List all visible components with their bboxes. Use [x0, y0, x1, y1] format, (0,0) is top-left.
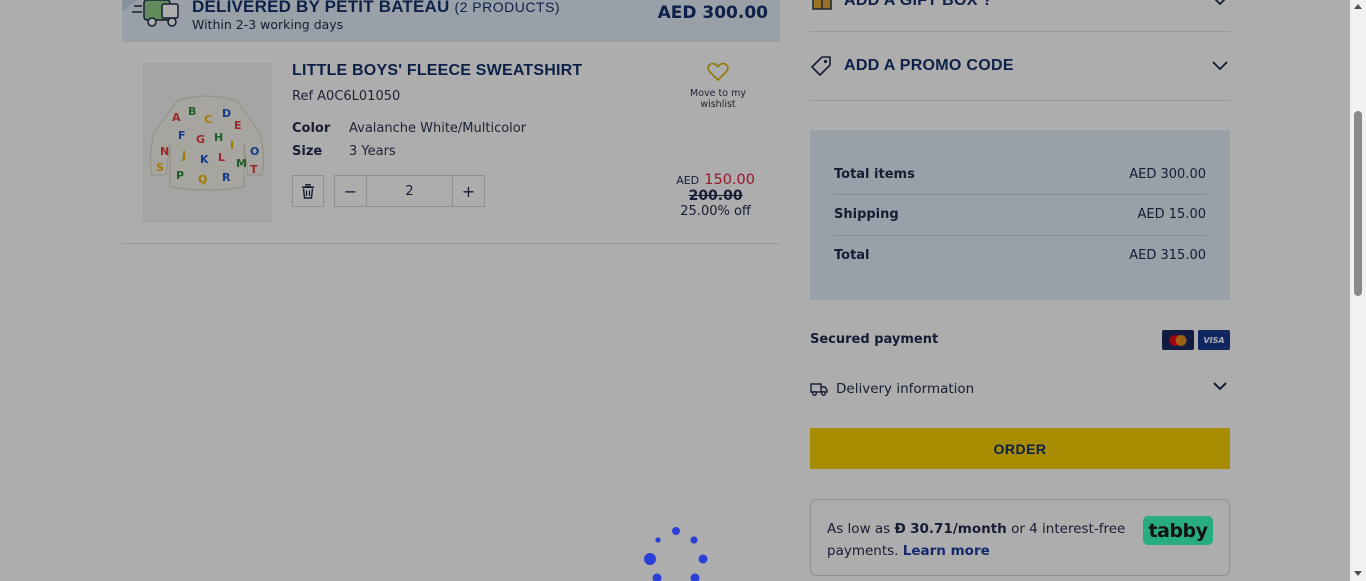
- checkout-page: DELIVERED BY PETIT BATEAU (2 PRODUCTS) W…: [0, 0, 1366, 581]
- loading-overlay: [0, 0, 1350, 581]
- loading-spinner-icon: [644, 527, 708, 581]
- scroll-up-arrow-icon[interactable]: [1354, 4, 1362, 9]
- scrollbar-thumb[interactable]: [1354, 111, 1362, 296]
- scroll-down-arrow-icon[interactable]: [1354, 571, 1362, 576]
